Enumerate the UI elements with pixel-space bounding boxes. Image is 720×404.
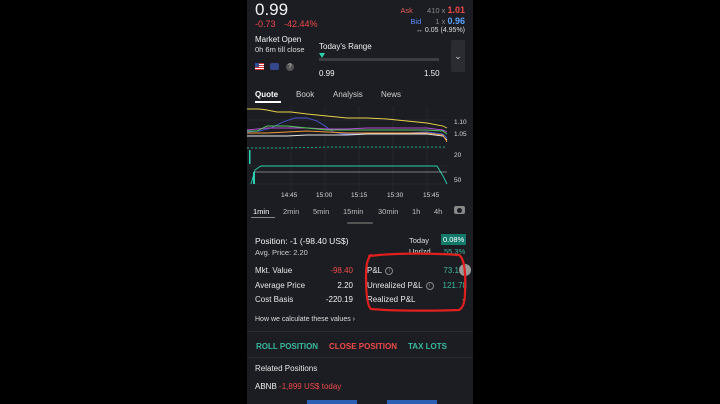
divider — [247, 357, 473, 358]
ask-size: 410 x — [427, 6, 446, 15]
camera-icon[interactable] — [454, 206, 465, 214]
chart-grid — [247, 106, 447, 191]
cost-basis-value: -220.19 — [325, 295, 353, 304]
timeframe-1min[interactable]: 1min — [253, 207, 269, 216]
bid-label: Bid — [410, 17, 422, 26]
position-avg-price: Avg. Price: 2.20 — [255, 248, 308, 257]
position-title: Position: -1 (-98.40 US$) — [255, 236, 349, 246]
volume-line — [250, 165, 448, 185]
price-tick-2: 1.05 — [454, 131, 467, 138]
active-tab-indicator — [255, 101, 281, 103]
mkt-value-label: Mkt. Value — [255, 266, 293, 275]
time-tick-1: 14:45 — [281, 192, 298, 199]
volume-tick-1: 20 — [454, 152, 462, 159]
bottom-button-left[interactable] — [307, 400, 357, 404]
time-tick-4: 15:30 — [387, 192, 404, 199]
ask-price: 1.01 — [447, 5, 465, 15]
range-high: 1.50 — [424, 69, 440, 78]
mkt-value: -98.40 — [330, 266, 353, 275]
market-status: Market Open — [255, 35, 302, 44]
exchange-flags: ? — [255, 58, 294, 76]
timeframe-1h[interactable]: 1h — [412, 207, 420, 216]
tab-quote[interactable]: Quote — [255, 90, 278, 99]
related-value: -1,899 US$ today — [279, 382, 342, 391]
timeframe-5min[interactable]: 5min — [313, 207, 329, 216]
ask-label: Ask — [400, 6, 413, 15]
red-annotation-circle — [364, 252, 467, 312]
volume-tick-2: 50 — [454, 177, 462, 184]
timeframe-2min[interactable]: 2min — [283, 207, 299, 216]
globe-icon — [270, 63, 280, 71]
divider — [247, 331, 473, 332]
timeframe-4h[interactable]: 4h — [434, 207, 442, 216]
change-amount: -0.73 — [255, 19, 276, 29]
average-price-label: Average Price — [255, 281, 306, 290]
todays-range-title: Today's Range — [319, 42, 372, 51]
bid-quote: Bid 1 x 0.96 — [410, 16, 465, 26]
today-label: Today — [409, 236, 430, 245]
help-icon[interactable]: ? — [285, 62, 294, 71]
related-ticker: ABNB — [255, 382, 277, 391]
timeframe-bar: 1min 2min 5min 15min 30min 1h 4h — [247, 205, 473, 219]
active-timeframe-indicator — [251, 217, 275, 218]
tab-news[interactable]: News — [381, 90, 401, 99]
us-flag-icon — [255, 63, 264, 71]
last-price: 0.99 — [255, 0, 289, 19]
tab-book[interactable]: Book — [296, 90, 314, 99]
ask-quote: Ask 410 x 1.01 — [400, 5, 465, 15]
how-we-calculate-text: How we calculate these values — [255, 316, 351, 323]
bid-price: 0.96 — [447, 16, 465, 26]
price-change: -0.73 -42.44% — [255, 19, 324, 29]
price-tick-1: 1.10 — [454, 119, 467, 126]
timeframe-30min[interactable]: 30min — [378, 207, 398, 216]
tab-analysis[interactable]: Analysis — [333, 90, 363, 99]
series-orange — [247, 130, 448, 143]
average-price-value: 2.20 — [337, 281, 353, 290]
how-we-calculate-link[interactable]: How we calculate these values › — [255, 316, 355, 323]
roll-position-button[interactable]: ROLL POSITION — [256, 342, 318, 351]
expand-button[interactable]: ⌄ — [451, 40, 465, 72]
time-tick-3: 15:15 — [351, 192, 368, 199]
tax-lots-button[interactable]: TAX LOTS — [408, 342, 447, 351]
drag-handle[interactable] — [347, 222, 373, 224]
timeframe-15min[interactable]: 15min — [343, 207, 363, 216]
chevron-right-icon: › — [352, 316, 356, 323]
related-position-abnb[interactable]: ABNB -1,899 US$ today — [255, 382, 341, 391]
time-till-close: 0h 6m till close — [255, 45, 305, 54]
today-change-badge: 0.08% — [441, 234, 467, 245]
range-low: 0.99 — [319, 69, 335, 78]
spread: ↔ 0.05 (4.95%) — [415, 27, 465, 34]
related-positions-title: Related Positions — [255, 364, 318, 373]
close-position-button[interactable]: CLOSE POSITION — [329, 342, 397, 351]
change-percent: -42.44% — [284, 19, 318, 29]
todays-range-bar — [319, 58, 439, 61]
cost-basis-label: Cost Basis — [255, 295, 294, 304]
chevron-down-icon: ⌄ — [454, 51, 462, 61]
tab-bar: Quote Book Analysis News — [247, 86, 473, 106]
time-tick-5: 15:45 — [423, 192, 440, 199]
stock-detail-screen: 0.99 -0.73 -42.44% Ask 410 x 1.01 Bid 1 … — [247, 0, 473, 404]
bid-size: 1 x — [435, 17, 446, 26]
intraday-chart[interactable]: 1.10 1.05 20 50 14:45 15:00 15:15 15:30 … — [247, 106, 473, 202]
bottom-button-right[interactable] — [387, 400, 437, 404]
time-tick-2: 15:00 — [316, 192, 333, 199]
